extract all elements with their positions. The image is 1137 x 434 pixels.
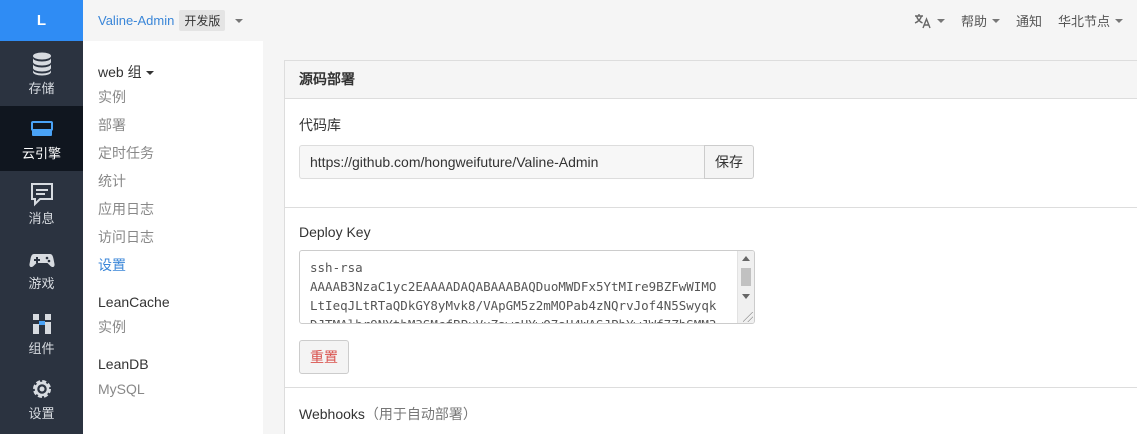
subnav-item-app-logs[interactable]: 应用日志 [83,195,263,223]
resize-grip-icon[interactable] [743,312,753,322]
rail-item-label: 组件 [28,340,55,356]
rail-item-storage[interactable]: 存储 [0,41,83,106]
database-icon [32,52,51,75]
app-switcher-caret-icon[interactable] [235,18,244,23]
subnav-group-leandb[interactable]: LeanDB [83,353,263,375]
notifications-link[interactable]: 通知 [1016,11,1042,30]
subnav-item-cron[interactable]: 定时任务 [83,139,263,167]
rail-item-label: 云引擎 [21,145,61,161]
textarea-scrollbar[interactable] [737,251,754,323]
component-icon [32,313,51,334]
panel-title: 源码部署 [285,61,1137,99]
subnav-item-mysql[interactable]: MySQL [83,375,263,403]
rail-item-games[interactable]: 游戏 [0,236,83,301]
repo-label: 代码库 [299,117,341,133]
rail-item-label: 消息 [28,210,55,226]
deploy-key-line: LtIeqJLtRTaQDkGY8yMvk8/VApGM5z2mMOPab4zN… [310,298,717,313]
subnav-group-leancache[interactable]: LeanCache [83,291,263,313]
rail-item-components[interactable]: 组件 [0,301,83,366]
app-logo-letter: L [36,12,47,29]
deploy-key-section: Deploy Key ssh-rsa AAAAB3NzaC1yc2EAAAADA… [285,208,1137,388]
help-menu[interactable]: 帮助 [961,11,1000,30]
region-menu[interactable]: 华北节点 [1058,11,1123,30]
deploy-key-text: ssh-rsa AAAAB3NzaC1yc2EAAAADAQABAAABAQDu… [310,258,734,323]
webhooks-hint: （用于自动部署） [364,406,477,422]
webhooks-label: Webhooks [299,406,365,422]
main-content: 源码部署 代码库 https://github.com/hongweifutur… [263,41,1137,434]
subnav-item-access-logs[interactable]: 访问日志 [83,223,263,251]
app-logo[interactable]: L [0,0,83,41]
engine-subnav: web 组 实例 部署 定时任务 统计 应用日志 访问日志 设置 LeanCac… [83,41,263,434]
repo-section: 代码库 https://github.com/hongweifuture/Val… [285,99,1137,208]
rail-item-messages[interactable]: 消息 [0,171,83,236]
repo-input-group: https://github.com/hongweifuture/Valine-… [299,145,754,179]
top-right-menu: 帮助 通知 华北节点 [898,0,1123,41]
deploy-key-textarea[interactable]: ssh-rsa AAAAB3NzaC1yc2EAAAADAQABAAABAQDu… [299,250,755,324]
scroll-up-icon[interactable] [742,256,750,261]
repo-url-input[interactable]: https://github.com/hongweifuture/Valine-… [299,145,704,179]
subnav-spacer [83,341,263,353]
deploy-key-line: DJTMAlbr9NYtbM3SMcfBPuVuZawsUYwQ7aH4WASJ… [310,315,734,323]
deploy-key-label: Deploy Key [299,224,371,240]
scroll-thumb[interactable] [741,268,751,286]
rail-item-label: 游戏 [28,275,55,291]
chevron-down-icon [991,18,1000,23]
scroll-down-icon[interactable] [742,294,750,299]
deploy-key-line: AAAAB3NzaC1yc2EAAAADAQABAAABAQDuoMWDFx5Y… [310,279,717,294]
rail-item-label: 存储 [28,80,55,96]
subnav-item-settings[interactable]: 设置 [83,251,263,279]
notifications-label: 通知 [1015,14,1042,29]
source-deploy-panel: 源码部署 代码库 https://github.com/hongweifutur… [284,60,1137,434]
webhooks-section: Webhooks（用于自动部署） 无 [285,388,1137,434]
subnav-item-leancache-instances[interactable]: 实例 [83,313,263,341]
subnav-group-label: web 组 [98,64,142,80]
app-name-link[interactable]: Valine-Admin [98,13,174,28]
chevron-down-icon [145,71,154,76]
subnav-group-web[interactable]: web 组 [83,61,263,83]
subnav-item-instances[interactable]: 实例 [83,83,263,111]
rail-item-engine[interactable]: 云引擎 [0,106,83,171]
subnav-spacer [83,279,263,291]
subnav-item-deploy[interactable]: 部署 [83,111,263,139]
gear-icon [32,379,51,398]
save-button[interactable]: 保存 [704,145,754,179]
rail-item-label: 设置 [28,405,55,421]
subnav-item-stats[interactable]: 统计 [83,167,263,195]
reset-button[interactable]: 重置 [299,340,349,374]
rail-item-settings[interactable]: 设置 [0,366,83,431]
region-label: 华北节点 [1057,14,1110,29]
edition-badge: 开发版 [179,10,226,31]
webhooks-content: 无 [299,430,1137,434]
message-icon [30,182,53,206]
app-rail: L 存储 云引擎 消息 游戏 组件 设置 [0,0,83,434]
language-menu[interactable] [914,13,945,29]
translate-icon [914,13,931,28]
gamepad-icon [28,253,55,267]
help-label: 帮助 [960,14,987,29]
deploy-key-line: ssh-rsa [310,260,363,275]
chevron-down-icon [936,18,945,23]
top-bar: Valine-Admin 开发版 帮助 通知 华北节点 [83,0,1137,41]
chevron-down-icon [1115,18,1123,23]
server-icon [30,120,53,136]
